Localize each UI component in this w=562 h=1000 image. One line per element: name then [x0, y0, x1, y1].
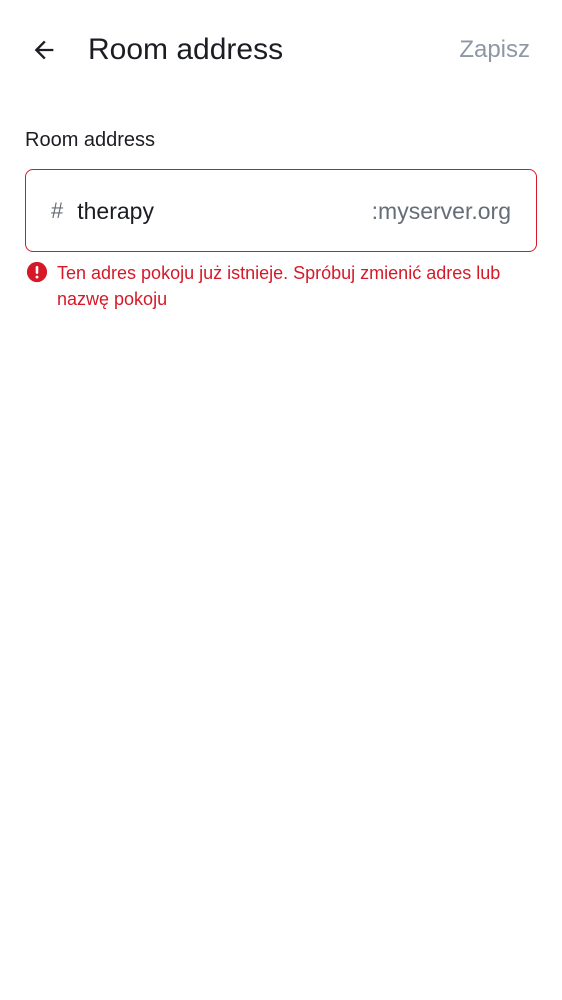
top-app-bar: Room address Zapisz	[0, 0, 562, 100]
save-button[interactable]: Zapisz	[459, 32, 530, 68]
room-address-label: Room address	[25, 129, 156, 151]
arrow-left-icon	[34, 40, 54, 60]
error-message-text: Ten adres pokoju już istnieje. Spróbuj z…	[57, 263, 501, 309]
room-address-value[interactable]: therapy	[77, 196, 371, 226]
error-message-row: Ten adres pokoju już istnieje. Spróbuj z…	[26, 260, 536, 312]
server-suffix: :myserver.org	[371, 197, 511, 224]
hash-prefix: #	[51, 197, 64, 223]
back-button[interactable]	[22, 28, 66, 72]
room-address-input[interactable]: # therapy :myserver.org	[25, 169, 537, 252]
error-circle-icon	[26, 261, 48, 283]
page-title: Room address	[88, 33, 284, 66]
